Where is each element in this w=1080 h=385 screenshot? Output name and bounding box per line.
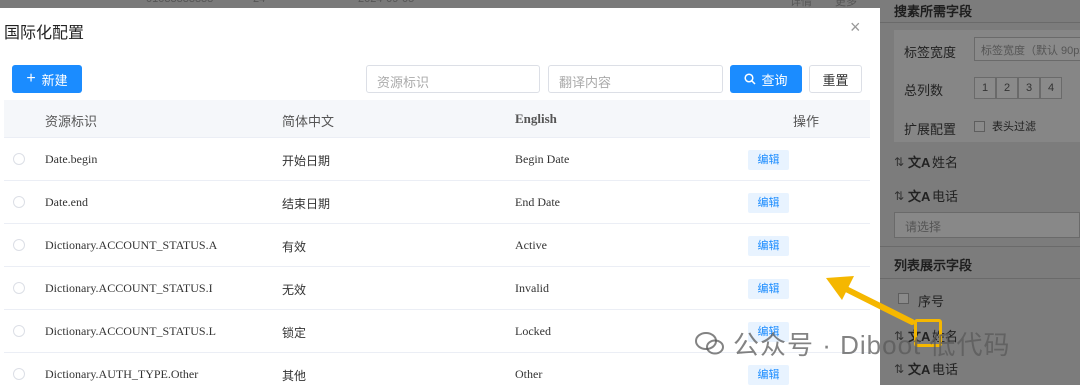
- resource-key-cell: Dictionary.AUTH_TYPE.Other: [45, 367, 199, 381]
- bg-detail: 详情: [790, 0, 812, 8]
- table-row[interactable]: Date.end 结束日期 End Date 编辑: [4, 181, 870, 224]
- col-option-2[interactable]: 2: [996, 77, 1018, 99]
- wechat-icon: [695, 331, 724, 354]
- english-cell: Other: [515, 367, 543, 381]
- bg-phone: 01033333333: [146, 0, 213, 5]
- total-cols-label: 总列数: [904, 83, 944, 98]
- table-header: 资源标识 简体中文 English 操作: [4, 100, 870, 138]
- edit-button[interactable]: 编辑: [748, 150, 789, 170]
- header-filter-checkbox[interactable]: [974, 121, 985, 132]
- close-icon[interactable]: ×: [850, 18, 861, 36]
- drag-icon[interactable]: ⇅: [894, 362, 908, 376]
- search-fields-title: 搜素所需字段: [894, 4, 973, 19]
- label-width-input[interactable]: 标签宽度（默认 90px）: [974, 37, 1080, 61]
- col-actions: 操作: [793, 114, 820, 129]
- translate-icon[interactable]: 文A: [908, 152, 932, 171]
- table-row[interactable]: Date.begin 开始日期 Begin Date 编辑: [4, 138, 870, 181]
- annotation-arrow-icon: [826, 276, 915, 325]
- bg-date: 2024-09-05: [358, 0, 414, 5]
- resource-key-cell: Dictionary.ACCOUNT_STATUS.L: [45, 324, 216, 338]
- search-icon: [744, 73, 757, 85]
- reset-button[interactable]: 重置: [809, 65, 862, 93]
- watermark-text: 公众号 · Diboot 低代码: [733, 330, 1011, 360]
- ext-config-label: 扩展配置: [904, 122, 957, 137]
- col-resource-key: 资源标识: [45, 114, 98, 129]
- header-filter-label: 表头过滤: [992, 121, 1036, 133]
- row-radio[interactable]: [13, 239, 25, 251]
- label-width-label: 标签宽度: [904, 45, 957, 60]
- chinese-cell: 无效: [282, 283, 307, 297]
- english-cell: End Date: [515, 195, 560, 209]
- row-radio[interactable]: [13, 325, 25, 337]
- chinese-cell: 开始日期: [282, 154, 331, 168]
- new-button[interactable]: + 新建: [12, 65, 82, 93]
- add-field-select[interactable]: 请选择: [894, 212, 1080, 238]
- bg-more: 更多: [835, 0, 857, 8]
- translation-search-input[interactable]: 翻译内容: [548, 65, 723, 93]
- english-cell: Begin Date: [515, 152, 570, 166]
- dialog-title: 国际化配置: [4, 25, 85, 42]
- chinese-cell: 有效: [282, 240, 307, 254]
- search-field-row[interactable]: ⇅ 文A 电话: [894, 186, 1080, 205]
- col-option-4[interactable]: 4: [1040, 77, 1062, 99]
- col-option-1[interactable]: 1: [974, 77, 996, 99]
- row-radio[interactable]: [13, 368, 25, 380]
- drag-icon[interactable]: ⇅: [894, 155, 908, 169]
- plus-icon: +: [26, 70, 36, 87]
- watermark: 公众号 · Diboot 低代码: [695, 325, 1011, 362]
- total-cols-options: 1 2 3 4: [974, 77, 1062, 99]
- new-button-label: 新建: [41, 72, 68, 88]
- search-field-phone: 电话: [932, 189, 959, 204]
- search-field-name: 姓名: [932, 155, 959, 170]
- row-radio[interactable]: [13, 196, 25, 208]
- resource-key-search-input[interactable]: 资源标识: [366, 65, 540, 93]
- query-button[interactable]: 查询: [730, 65, 802, 93]
- edit-button[interactable]: 编辑: [748, 236, 789, 256]
- row-radio[interactable]: [13, 282, 25, 294]
- drag-icon[interactable]: ⇅: [894, 189, 908, 203]
- english-cell: Active: [515, 238, 547, 252]
- resource-key-cell: Date.begin: [45, 152, 98, 166]
- search-field-row[interactable]: ⇅ 文A 姓名: [894, 152, 1080, 171]
- english-cell: Locked: [515, 324, 551, 338]
- chinese-cell: 其他: [282, 369, 307, 383]
- col-option-3[interactable]: 3: [1018, 77, 1040, 99]
- edit-button[interactable]: 编辑: [748, 365, 789, 385]
- col-english: English: [515, 111, 557, 126]
- divider: [880, 246, 1080, 247]
- resource-key-cell: Date.end: [45, 195, 88, 209]
- bg-age: 24: [253, 0, 265, 5]
- table-row[interactable]: Dictionary.ACCOUNT_STATUS.A 有效 Active 编辑: [4, 224, 870, 267]
- translate-icon[interactable]: 文A: [908, 186, 932, 205]
- english-cell: Invalid: [515, 281, 549, 295]
- resource-key-cell: Dictionary.ACCOUNT_STATUS.A: [45, 238, 218, 252]
- edit-button[interactable]: 编辑: [748, 279, 789, 299]
- chinese-cell: 锁定: [282, 326, 307, 340]
- divider: [880, 22, 1080, 23]
- query-button-label: 查询: [761, 72, 788, 88]
- edit-button[interactable]: 编辑: [748, 193, 789, 213]
- background-table-strip: 01033333333 24 2024-09-05 详情 更多: [0, 0, 880, 8]
- chinese-cell: 结束日期: [282, 197, 331, 211]
- table-row[interactable]: Dictionary.ACCOUNT_STATUS.I 无效 Invalid 编…: [4, 267, 870, 310]
- list-field-serial: 序号: [918, 294, 945, 309]
- row-radio[interactable]: [13, 153, 25, 165]
- resource-key-cell: Dictionary.ACCOUNT_STATUS.I: [45, 281, 213, 295]
- col-simplified-chinese: 简体中文: [282, 114, 335, 129]
